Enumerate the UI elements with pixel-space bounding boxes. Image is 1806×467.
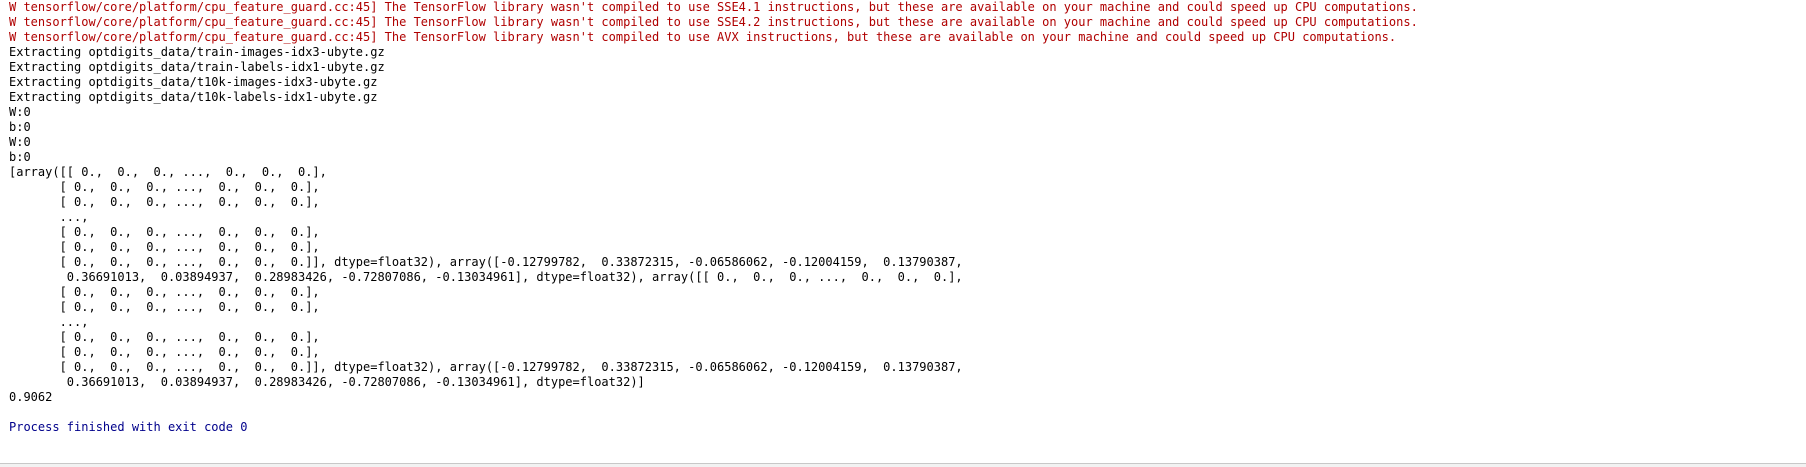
- console-warning-line: W tensorflow/core/platform/cpu_feature_g…: [9, 0, 1418, 14]
- console-output-line: W:0: [9, 105, 31, 119]
- console-output-line: [ 0., 0., 0., ..., 0., 0., 0.],: [9, 300, 320, 314]
- console-output-line: 0.36691013, 0.03894937, 0.28983426, -0.7…: [9, 270, 963, 284]
- console-output-line: [ 0., 0., 0., ..., 0., 0., 0.]], dtype=f…: [9, 255, 963, 269]
- console-output-line: ...,: [9, 210, 96, 224]
- console-output-line: Extracting optdigits_data/train-images-i…: [9, 45, 385, 59]
- console-output-line: Extracting optdigits_data/train-labels-i…: [9, 60, 385, 74]
- console-warning-line: W tensorflow/core/platform/cpu_feature_g…: [9, 30, 1397, 44]
- console-output-line: 0.36691013, 0.03894937, 0.28983426, -0.7…: [9, 375, 645, 389]
- console-warning-line: W tensorflow/core/platform/cpu_feature_g…: [9, 15, 1418, 29]
- console-output-line: [ 0., 0., 0., ..., 0., 0., 0.],: [9, 225, 320, 239]
- console-output-line: [ 0., 0., 0., ..., 0., 0., 0.],: [9, 240, 320, 254]
- console-output-line: [ 0., 0., 0., ..., 0., 0., 0.],: [9, 345, 320, 359]
- console-output-line: [array([[ 0., 0., 0., ..., 0., 0., 0.],: [9, 165, 327, 179]
- console-output-line: [ 0., 0., 0., ..., 0., 0., 0.],: [9, 195, 320, 209]
- console-output-line: W:0: [9, 135, 31, 149]
- console-output-line: 0.9062: [9, 390, 53, 404]
- console-output-line: [ 0., 0., 0., ..., 0., 0., 0.],: [9, 180, 320, 194]
- console-output-line: [ 0., 0., 0., ..., 0., 0., 0.],: [9, 285, 320, 299]
- console-exit-line: Process finished with exit code 0: [9, 420, 248, 434]
- console-output-line: b:0: [9, 120, 31, 134]
- console-output-line: Extracting optdigits_data/t10k-labels-id…: [9, 90, 378, 104]
- console-output-line: Extracting optdigits_data/t10k-images-id…: [9, 75, 378, 89]
- run-console-output[interactable]: W tensorflow/core/platform/cpu_feature_g…: [0, 0, 1806, 463]
- console-text-area[interactable]: W tensorflow/core/platform/cpu_feature_g…: [0, 0, 1806, 435]
- console-output-line: [ 0., 0., 0., ..., 0., 0., 0.]], dtype=f…: [9, 360, 963, 374]
- console-output-line: [ 0., 0., 0., ..., 0., 0., 0.],: [9, 330, 320, 344]
- console-output-line: ...,: [9, 315, 96, 329]
- console-output-line: b:0: [9, 150, 31, 164]
